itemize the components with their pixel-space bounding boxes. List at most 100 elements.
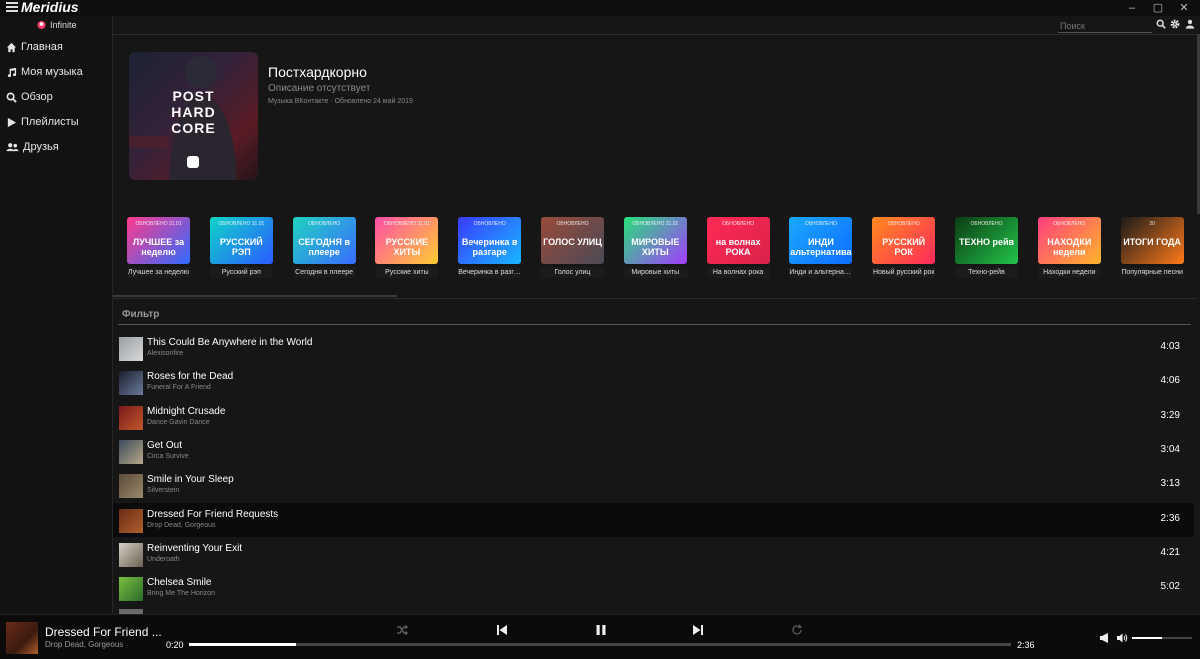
- search-icon[interactable]: [1156, 19, 1166, 29]
- tile-cover: ОБНОВЛЕНО 31.01 РУССКИЙ РЭП: [209, 217, 273, 264]
- tile-name: РУССКИЙ РЭП: [219, 237, 263, 257]
- now-playing-artist[interactable]: Drop Dead, Gorgeous: [45, 640, 123, 649]
- track-title: Midnight Crusade: [147, 405, 226, 417]
- tile-caption: Вечеринка в разгаре: [458, 267, 522, 278]
- search-input[interactable]: [1058, 20, 1152, 33]
- filter-input[interactable]: Фильтр: [122, 309, 159, 320]
- player-bar: [0, 614, 1200, 659]
- playlist-tile[interactable]: ОБНОВЛЕНО на волнах РОКА На волнах рока: [706, 217, 770, 279]
- track-artist[interactable]: Dance Gavin Dance: [147, 419, 210, 426]
- megaphone-icon[interactable]: [1099, 632, 1111, 644]
- user-avatar-icon[interactable]: [37, 20, 46, 30]
- user-name[interactable]: Infinite: [50, 20, 77, 30]
- track-artist[interactable]: Underoath: [147, 556, 180, 563]
- tile-caption: Голос улиц: [541, 267, 604, 278]
- playlist-tile[interactable]: ОБНОВЛЕНО ТЕХНО рейв Техно-рейв: [955, 217, 1018, 279]
- track-title: Reinventing Your Exit: [147, 542, 243, 554]
- tile-caption: Новый русский рок: [872, 267, 936, 278]
- cover-text-line: CORE: [171, 120, 216, 136]
- previous-icon[interactable]: [496, 624, 508, 636]
- tile-name: РУССКИЙ РОК: [882, 237, 926, 257]
- playlist-tile[interactable]: ОБНОВЛЕНО 31.01 РУССКИЕ ХИТЫ Русские хиты: [375, 217, 439, 279]
- user-icon[interactable]: [1185, 19, 1195, 29]
- track-row[interactable]: Smile in Your Sleep Silverstein 3:13: [113, 468, 1194, 502]
- tile-name: ГОЛОС УЛИЦ: [543, 237, 602, 247]
- track-row[interactable]: Get Out Circa Survive 3:04: [113, 434, 1194, 468]
- now-playing-cover[interactable]: [6, 622, 38, 654]
- track-row[interactable]: Dressed For Friend Requests Drop Dead, Go…: [113, 502, 1194, 537]
- track-artist[interactable]: Alexisonfire: [147, 350, 183, 357]
- track-duration: 5:02: [1160, 581, 1180, 593]
- track-artist[interactable]: Bring Me The Horizon: [147, 590, 215, 597]
- close-button[interactable]: ✕: [1176, 1, 1192, 15]
- track-row[interactable]: Chelsea Smile Bring Me The Horizon 5:02: [113, 571, 1194, 605]
- playlist-tile[interactable]: ОБНОВЛЕНО 31.01 РУССКИЙ РЭП Русский рэп: [209, 217, 273, 279]
- playlist-tile[interactable]: ОБНОВЛЕНО СЕГОДНЯ в плеере Сегодня в плеер…: [292, 217, 356, 279]
- playlist-tile[interactable]: ОБНОВЛЕНО ИНДИ альтернатива Инди и альтерн…: [789, 217, 853, 279]
- tile-cover: ОБНОВЛЕНО РУССКИЙ РОК: [872, 217, 936, 264]
- playlist-meta: Музыка ВКонтакте · Обновлено 24 май 2019: [268, 98, 413, 105]
- volume-slider-level: [1132, 637, 1162, 639]
- track-thumbnail: [119, 439, 143, 464]
- playlist-tile[interactable]: ОБНОВЛЕНО 31.01 МИРОВЫЕ ХИТЫ Мировые хиты: [623, 217, 687, 279]
- sidebar-item-friends[interactable]: Друзья: [6, 137, 59, 157]
- track-row[interactable]: This Could Be Anywhere in the World Alexi…: [113, 331, 1194, 365]
- track-artist[interactable]: Drop Dead, Gorgeous: [147, 522, 215, 529]
- home-icon: [6, 42, 17, 52]
- tile-cover: ОБНОВЛЕНО СЕГОДНЯ в плеере: [292, 217, 356, 264]
- playlist-tile[interactable]: ОБНОВЛЕНО НАХОДКИ недели Находки недели: [1037, 217, 1101, 279]
- playlist-description: Описание отсутствует: [268, 83, 371, 94]
- tile-cover: ОБНОВЛЕНО на волнах РОКА: [706, 217, 770, 264]
- filter-underline: [118, 324, 1191, 325]
- playlist-tile[interactable]: ОБНОВЛЕНО Вечеринка в разгаре Вечеринка в …: [458, 217, 522, 279]
- tile-cover: ОБНОВЛЕНО Вечеринка в разгаре: [458, 217, 522, 264]
- current-time: 0:20: [166, 640, 184, 650]
- playlist-tile[interactable]: ОБНОВЛЕНО 31.01 ЛУЧШЕЕ за неделю Лучшее за…: [127, 217, 190, 279]
- now-playing-title[interactable]: Dressed For Friend ...: [45, 625, 162, 639]
- tile-name: СЕГОДНЯ в плеере: [298, 237, 350, 257]
- sidebar-item-browse[interactable]: Обзор: [6, 87, 53, 107]
- volume-icon[interactable]: [1116, 632, 1128, 644]
- track-thumbnail: [119, 508, 143, 533]
- tile-name: ЛУЧШЕЕ за неделю: [132, 237, 185, 257]
- track-artist[interactable]: Circa Survive: [147, 453, 189, 460]
- sidebar-item-label: Моя музыка: [21, 66, 83, 78]
- track-artist[interactable]: Silverstein: [147, 487, 179, 494]
- music-note-icon: [7, 67, 17, 77]
- repeat-icon[interactable]: [791, 624, 803, 636]
- track-row[interactable]: Midnight Crusade Dance Gavin Dance 3:29: [113, 400, 1194, 434]
- tile-updated-label: 20: [1149, 221, 1155, 227]
- horizontal-scrollbar[interactable]: [113, 295, 397, 297]
- play-icon: [7, 117, 17, 127]
- maximize-button[interactable]: ▢: [1150, 1, 1166, 15]
- sidebar-item-home[interactable]: Главная: [6, 37, 63, 57]
- shuffle-icon[interactable]: [396, 624, 408, 636]
- divider: [113, 34, 1198, 35]
- track-row[interactable]: Reinventing Your Exit Underoath 4:21: [113, 537, 1194, 571]
- hamburger-menu-icon[interactable]: [6, 2, 18, 13]
- track-artist[interactable]: Funeral For A Friend: [147, 384, 211, 391]
- minimize-button[interactable]: –: [1124, 1, 1140, 15]
- tile-name: ИНДИ альтернатива: [790, 237, 852, 257]
- seek-bar-progress: [189, 643, 296, 646]
- sidebar-item-my-music[interactable]: Моя музыка: [6, 62, 83, 82]
- playlist-cover: POST HARD CORE: [129, 52, 258, 180]
- cover-text-line: POST: [172, 88, 215, 104]
- next-icon[interactable]: [692, 624, 704, 636]
- tile-updated-label: ОБНОВЛЕНО: [1053, 221, 1086, 227]
- track-duration: 4:03: [1160, 341, 1180, 352]
- playlist-tile[interactable]: ОБНОВЛЕНО ГОЛОС УЛИЦ Голос улиц: [541, 217, 604, 279]
- seek-bar[interactable]: [189, 643, 1011, 646]
- tile-caption: Находки недели: [1037, 267, 1101, 278]
- tile-caption: Мировые хиты: [623, 267, 687, 278]
- sidebar-item-playlists[interactable]: Плейлисты: [6, 112, 79, 132]
- playlist-tile[interactable]: 20 ИТОГИ ГОДА Популярные песни: [1120, 217, 1184, 279]
- tile-caption: Техно-рейв: [955, 267, 1018, 278]
- tile-cover: ОБНОВЛЕНО 31.01 МИРОВЫЕ ХИТЫ: [623, 217, 687, 264]
- track-row[interactable]: Roses for the Dead Funeral For A Friend 4:…: [113, 365, 1194, 399]
- track-title: Chelsea Smile: [147, 577, 212, 589]
- divider: [113, 298, 1198, 299]
- playlist-tile[interactable]: ОБНОВЛЕНО РУССКИЙ РОК Новый русский рок: [872, 217, 936, 279]
- gear-icon[interactable]: [1170, 19, 1180, 29]
- pause-icon[interactable]: [595, 624, 607, 636]
